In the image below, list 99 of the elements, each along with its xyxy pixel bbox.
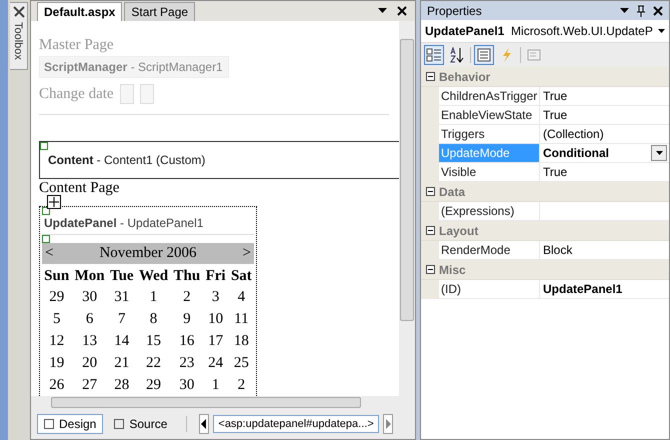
calendar-day[interactable]: 22 [136,353,170,375]
calendar-day[interactable]: 14 [108,331,136,353]
property-value[interactable]: True [543,165,568,179]
panel-title: Properties [427,4,482,18]
calendar-day[interactable]: 21 [108,353,136,375]
change-date-label: Change date [39,86,114,102]
content-region[interactable]: Content - Content1 (Custom) [39,141,399,179]
weekday-header: Thu [172,267,202,286]
calendar-day[interactable]: 29 [42,287,72,309]
calendar-day[interactable]: 28 [108,375,136,396]
calendar-day[interactable]: 8 [136,309,170,331]
calendar-day[interactable]: 9 [171,309,202,331]
collapse-icon[interactable] [426,226,434,235]
calendar-day[interactable]: 7 [108,309,136,331]
content-region-header: Content - Content1 (Custom) [47,153,206,167]
calendar-day[interactable]: 13 [72,331,107,353]
calendar-day[interactable]: 3 [203,287,228,309]
calendar-day[interactable]: 31 [108,287,136,309]
calendar-day[interactable]: 12 [42,331,72,353]
calendar-day[interactable]: 15 [136,331,170,353]
next-month-link[interactable]: > [242,245,251,262]
property-value[interactable]: True [543,89,568,103]
property-name[interactable]: (ID) [439,280,540,299]
close-icon[interactable] [653,6,663,16]
view-tab[interactable]: Source [107,414,174,434]
property-value[interactable]: True [543,108,568,122]
dropdown-button[interactable] [651,145,667,161]
calendar-day[interactable]: 17 [203,331,228,353]
list-icon [476,47,492,63]
calendar-day[interactable]: 27 [72,375,107,396]
property-value[interactable]: Block [543,243,572,257]
weekday-header: Wed [138,267,170,286]
collapse-icon[interactable] [426,187,434,196]
dropdown-icon[interactable] [378,8,387,14]
calendar-day[interactable]: 5 [42,309,72,331]
calendar-day[interactable]: 1 [136,287,170,309]
category-label: Behavior [439,70,490,84]
previous-month-link[interactable]: < [45,245,54,262]
calendar-day[interactable]: 30 [72,287,107,309]
calendar-day[interactable]: 20 [72,353,107,375]
properties-button[interactable] [474,45,494,65]
calendar-day[interactable]: 2 [228,375,254,396]
property-value[interactable]: (Collection) [543,127,604,141]
weekday-header: Sat [230,267,253,286]
calendar-day[interactable]: 30 [171,375,202,396]
calendar-day[interactable]: 24 [203,353,228,375]
categorized-icon [426,47,442,63]
vertical-scrollbar[interactable] [399,21,415,396]
scroll-left-icon[interactable] [199,414,210,434]
calendar-day[interactable]: 11 [228,309,254,331]
weekday-header: Mon [74,267,106,286]
calendar-day[interactable]: 18 [228,331,254,353]
weekday-header: Sun [43,267,70,286]
caret-icon [656,151,662,155]
category-label: Misc [439,262,466,276]
document-tab[interactable]: Default.aspx [37,2,122,21]
property-value[interactable]: Conditional [543,146,609,160]
weekday-header: Tue [108,267,135,286]
control-tag-icon [42,235,50,243]
document-tab[interactable]: Start Page [124,2,196,21]
calendar-day[interactable]: 2 [171,287,202,309]
scroll-right-icon[interactable] [382,414,393,434]
calendar-day[interactable]: 25 [228,353,254,375]
category-label: Data [439,184,466,198]
master-page-title: Master Page [39,37,115,54]
horizontal-scrollbar[interactable] [31,396,415,409]
calendar-day[interactable]: 26 [42,375,72,396]
property-name[interactable]: EnableViewState [439,106,540,125]
calendar-day[interactable]: 4 [228,287,254,309]
calendar-month-title: November 2006 [99,245,197,262]
property-value[interactable]: UpdatePanel1 [543,282,622,296]
calendar-day[interactable]: 29 [136,375,170,396]
toolbox-label: Toolbox [13,22,24,60]
collapse-icon[interactable] [426,72,434,81]
tag-breadcrumb[interactable]: <asp:updatepanel#updatepa...> [213,415,379,433]
sort-az-icon [449,47,465,63]
pages-icon [526,47,542,63]
calendar-day[interactable]: 1 [203,375,228,396]
content-page-text: Content Page [39,180,120,197]
collapse-icon[interactable] [426,265,434,274]
property-name[interactable]: ChildrenAsTrigger [439,87,540,106]
view-tab[interactable]: Design [37,414,104,434]
toolbox-tab[interactable]: Toolbox [10,2,28,70]
pin-icon[interactable] [637,4,645,16]
calendar-day[interactable]: 10 [203,309,228,331]
calendar-day[interactable]: 23 [171,353,202,375]
category-label: Layout [439,224,478,238]
dropdown-icon [658,29,665,33]
dropdown-icon[interactable] [620,8,629,14]
calendar-day[interactable]: 19 [42,353,72,375]
weekday-header: Fri [204,267,227,286]
move-handle-icon[interactable] [47,195,61,209]
calendar-day[interactable]: 16 [171,331,202,353]
close-icon[interactable] [397,6,407,16]
categorized-button[interactable] [424,45,444,65]
control-tag-icon [42,207,50,215]
update-panel-header: UpdatePanel - UpdatePanel1 [42,215,254,235]
control-tag-icon [40,142,48,150]
calendar-day[interactable]: 6 [72,309,107,331]
